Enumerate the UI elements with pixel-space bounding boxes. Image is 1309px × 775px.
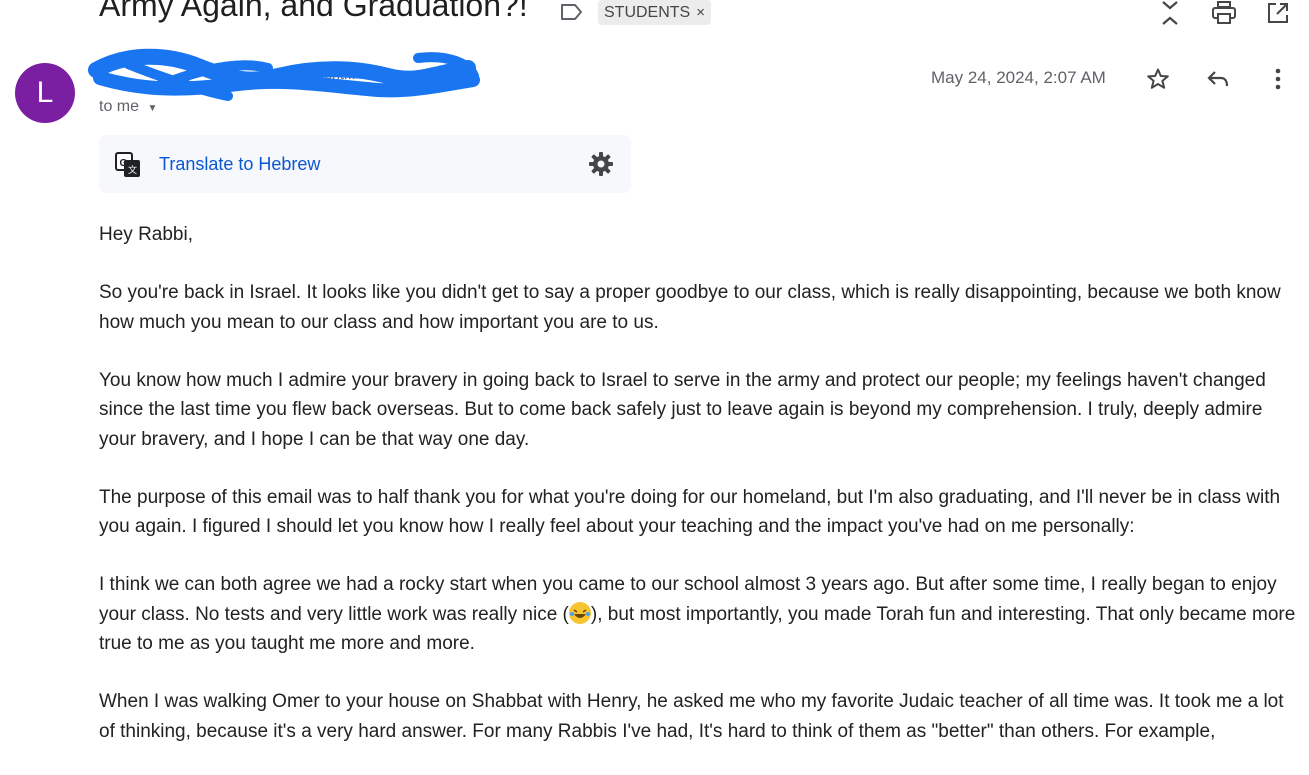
- redaction-scribble: [88, 48, 480, 101]
- remove-label-button[interactable]: ×: [696, 4, 705, 21]
- laughing-emoji-icon: [568, 601, 591, 624]
- translate-link[interactable]: Translate to Hebrew: [159, 154, 320, 175]
- more-vert-icon[interactable]: [1265, 66, 1291, 92]
- label-icon[interactable]: [560, 2, 584, 22]
- star-icon[interactable]: [1145, 66, 1171, 92]
- body-paragraph: The purpose of this email was to half th…: [99, 486, 1281, 538]
- body-paragraph: So you're back in Israel. It looks like …: [99, 282, 1281, 333]
- recipient-dropdown[interactable]: to me ▼: [99, 98, 157, 116]
- translate-bar: G 文 Translate to Hebrew: [99, 135, 631, 193]
- recipient-text: to me: [99, 98, 140, 115]
- email-date: May 24, 2024, 2:07 AM: [931, 68, 1106, 87]
- greeting: Hey Rabbi,: [99, 224, 193, 245]
- settings-gear-icon[interactable]: [588, 151, 614, 177]
- body-paragraph: You know how much I admire your bravery …: [99, 369, 1266, 450]
- email-subject: Army Again, and Graduation?!: [99, 0, 528, 23]
- svg-text:文: 文: [128, 164, 137, 175]
- reply-icon[interactable]: [1205, 66, 1231, 92]
- body-paragraph: I think we can both agree we had a rocky…: [99, 570, 1299, 659]
- open-new-window-icon[interactable]: [1265, 0, 1291, 26]
- email-body: Hey Rabbi, So you're back in Israel. It …: [99, 220, 1299, 775]
- sender-avatar[interactable]: L: [15, 63, 75, 123]
- print-icon[interactable]: [1211, 0, 1237, 26]
- label-chip-students: STUDENTS ×: [598, 0, 711, 25]
- body-paragraph: When I was walking Omer to your house on…: [99, 691, 1284, 742]
- collapse-icon[interactable]: [1157, 0, 1183, 26]
- google-translate-icon: G 文: [115, 152, 140, 177]
- svg-text:G: G: [120, 158, 128, 169]
- chevron-down-icon: ▼: [147, 103, 158, 114]
- label-chip-text: STUDENTS: [604, 3, 691, 21]
